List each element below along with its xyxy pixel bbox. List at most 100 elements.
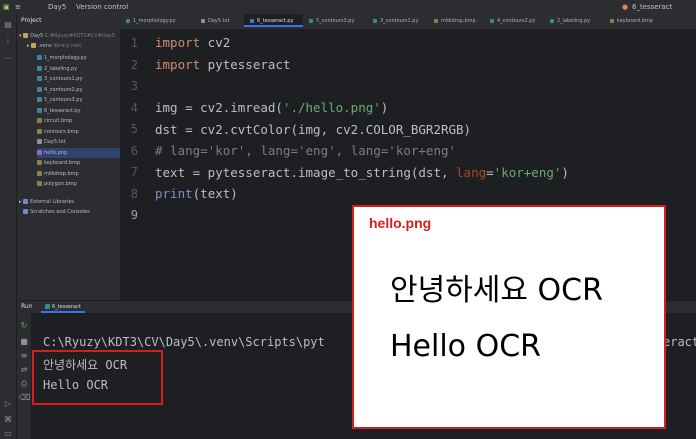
python-icon (45, 304, 50, 309)
py-file-icon (37, 76, 42, 81)
code-line-8: print(text) (155, 186, 238, 201)
bmp-file-icon (37, 181, 42, 186)
project-file-item[interactable]: Day5.txt (37, 137, 120, 147)
tool-window-strip: ▤ ⋮ … ▷ ⌘ ▭ (0, 14, 17, 439)
folder-icon (31, 43, 37, 48)
console-command: C:\Ryuzy\KDT3\CV\Day5\.venv\Scripts\pyt (43, 335, 325, 349)
line-number: 9 (130, 208, 138, 222)
run-config-icon: ● (622, 3, 629, 11)
py-file-icon (37, 97, 42, 102)
folder-icon[interactable]: ▤ (3, 20, 13, 30)
line-number: 5 (130, 122, 138, 136)
editor-tab[interactable]: 3_contours1.py (367, 14, 428, 29)
run-config-tab[interactable]: 6_tesseract (41, 301, 85, 313)
scratches-icon (23, 209, 29, 214)
editor-tab[interactable]: 4_contours2.py (484, 14, 544, 29)
file-type-icon (490, 18, 494, 23)
project-panel-title[interactable]: Project (21, 17, 42, 24)
title-bar: ▣ ≡ Day5 Version control ● 6_tesseract (0, 0, 696, 15)
print-icon[interactable]: ⎙ (19, 379, 29, 389)
file-type-icon (250, 18, 254, 23)
editor-tab[interactable]: 6_tesseract.py (244, 14, 303, 27)
vcs-menu[interactable]: Version control (76, 0, 128, 14)
project-file-item[interactable]: hello.png (37, 147, 120, 158)
project-file-item[interactable]: polygon.bmp (37, 179, 120, 189)
tree-root[interactable]: ▾ Day5 C:#Ryuzy#KDT3#CV#Day5 (19, 31, 115, 41)
tree-scratches[interactable]: ▸ Scratches and Consoles (19, 207, 90, 217)
project-switcher[interactable]: Day5 (48, 0, 66, 14)
file-type-icon (309, 18, 313, 23)
py-file-icon (37, 55, 42, 60)
library-icon (23, 199, 29, 204)
project-file-item[interactable]: 4_contours2.py (37, 85, 120, 95)
code-line-1: import cv2 (155, 35, 231, 50)
rerun-icon[interactable]: ↻ (19, 321, 29, 331)
project-file-item[interactable]: contours.bmp (37, 127, 120, 137)
png-file-icon (37, 149, 42, 155)
terminal-icon[interactable]: ▭ (3, 429, 13, 439)
run-config-selector[interactable]: 6_tesseract (632, 0, 672, 14)
txt-file-icon (37, 139, 42, 144)
editor-tab[interactable]: 2_labeling.py (544, 14, 604, 29)
bmp-file-icon (37, 118, 42, 123)
file-type-icon (373, 18, 377, 23)
project-file-item[interactable]: keyboard.bmp (37, 158, 120, 168)
project-file-item[interactable]: 6_tesseract.py (37, 106, 120, 116)
code-line-6: # lang='kor', lang='eng', lang='kor+eng' (155, 143, 457, 158)
wrap-icon[interactable]: ⇌ (19, 365, 29, 375)
line-number: 8 (130, 186, 138, 201)
file-type-icon (201, 18, 205, 23)
more-icon[interactable]: … (3, 52, 13, 62)
bmp-file-icon (37, 170, 42, 176)
file-type-icon (434, 18, 438, 23)
py-file-icon (37, 86, 42, 92)
trash-icon[interactable]: ⌫ (19, 393, 30, 403)
editor-tab[interactable]: 1_morphology.py (120, 14, 195, 29)
line-number: 6 (130, 143, 138, 158)
output-highlight-box (32, 350, 163, 405)
bmp-file-icon (37, 128, 42, 134)
project-file-item[interactable]: 3_contours1.py (37, 74, 120, 84)
line-number: 7 (130, 165, 138, 179)
file-type-icon (550, 18, 554, 23)
project-file-item[interactable]: 1_morphology.py (37, 53, 120, 63)
image-preview-panel: hello.png 안녕하세요 OCR Hello OCR (352, 205, 666, 429)
hamburger-icon[interactable]: ≡ (15, 0, 21, 14)
stop-icon[interactable]: ■ (19, 337, 29, 347)
image-filename-label: hello.png (369, 215, 432, 231)
line-number: 2 (130, 57, 138, 72)
editor-tab[interactable]: 5_contours3.py (303, 14, 367, 29)
py-file-icon (37, 107, 42, 113)
editor-tab[interactable]: Day5.txt (195, 14, 244, 29)
code-line-7: text = pytesseract.image_to_string(dst, … (155, 165, 569, 180)
file-type-icon (126, 18, 130, 23)
python-console-icon[interactable]: ⌘ (3, 415, 13, 425)
scroll-icon[interactable]: ≡ (19, 351, 29, 361)
code-line-2: import pytesseract (155, 57, 291, 72)
image-text-line-2: Hello OCR (390, 329, 541, 364)
file-type-icon (610, 18, 614, 23)
py-file-icon (37, 65, 42, 71)
console-command-tail: eract. (663, 335, 696, 349)
line-number: 1 (130, 36, 138, 50)
project-file-item[interactable]: 2_labeling.py (37, 64, 120, 74)
project-panel: Project ▾ Day5 C:#Ryuzy#KDT3#CV#Day5 ▸ .… (17, 14, 121, 300)
image-text-line-1: 안녕하세요 OCR (390, 273, 603, 308)
run-panel-title: Run (21, 303, 33, 310)
project-file-item[interactable]: milkdrop.bmp (37, 169, 120, 179)
run-icon[interactable]: ▷ (3, 399, 13, 409)
tree-venv[interactable]: ▸ .venv library root (27, 41, 81, 51)
editor-tab[interactable]: keyboard.bmp (604, 14, 664, 29)
run-toolbar: ↻ ■ ≡ ⇌ ⎙ ⌫ (17, 313, 31, 439)
editor-tabs: 1_morphology.py Day5.txt 6_tesseract.py 5_c… (120, 14, 696, 30)
line-number: 3 (130, 79, 138, 93)
folder-icon (23, 33, 29, 38)
code-line-4: img = cv2.imread('./hello.png') (155, 100, 389, 115)
line-number: 4 (130, 100, 138, 115)
structure-icon[interactable]: ⋮ (3, 36, 13, 46)
editor-tab[interactable]: milkdrop.bmp (428, 14, 484, 29)
app-menu-icon[interactable]: ▣ (3, 0, 10, 14)
tree-external-libraries[interactable]: ▸ External Libraries (19, 197, 74, 207)
project-file-item[interactable]: circuit.bmp (37, 116, 120, 126)
project-file-item[interactable]: 5_contours3.py (37, 95, 120, 105)
